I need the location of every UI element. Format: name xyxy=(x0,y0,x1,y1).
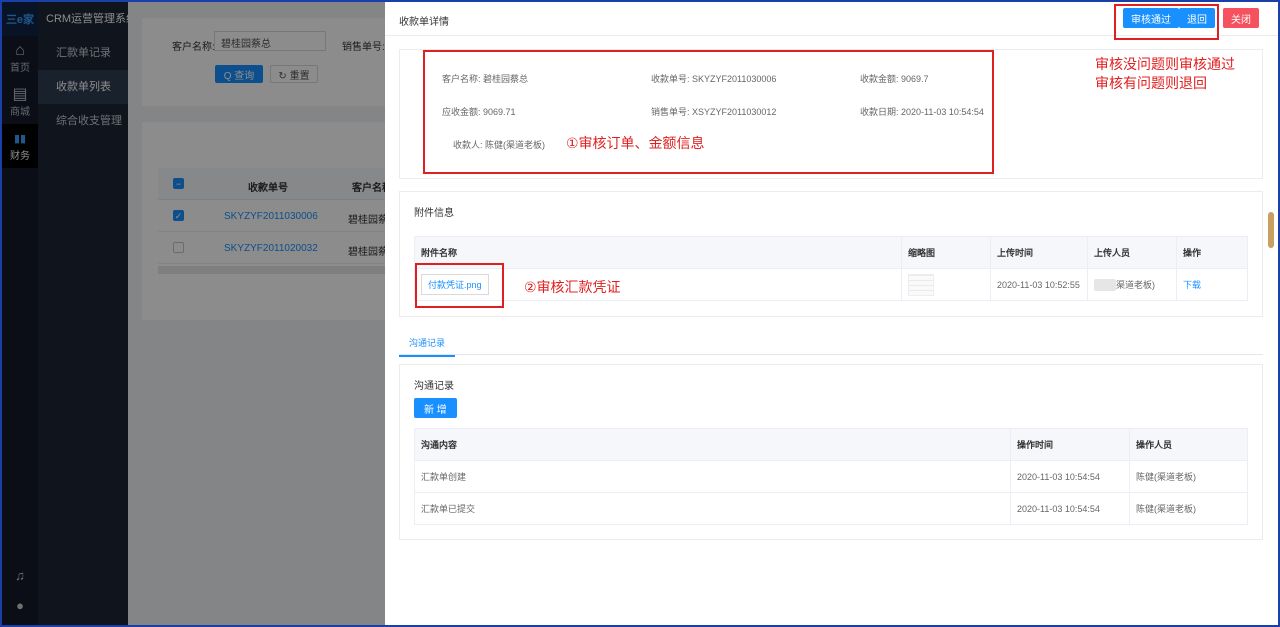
column-header: 操作人员 xyxy=(1129,428,1248,461)
record-content: 汇款单创建 xyxy=(414,460,1011,493)
annotation-note-attachment: ②审核汇款凭证 xyxy=(524,279,621,295)
annotation-note-reject: 审核有问题则退回 xyxy=(1095,75,1207,91)
annotation-note-approve: 审核没问题则审核通过 xyxy=(1095,56,1235,72)
upload-time: 2020-11-03 10:52:55 xyxy=(990,268,1088,301)
communication-section-title: 沟通记录 xyxy=(414,381,454,392)
close-button[interactable]: 关闭 xyxy=(1223,8,1259,28)
record-operator: 陈健(渠道老板) xyxy=(1129,492,1248,525)
attachment-section-title: 附件信息 xyxy=(414,208,454,219)
table-row: 汇款单已提交 2020-11-03 10:54:54 陈健(渠道老板) xyxy=(414,492,1248,525)
column-header: 操作 xyxy=(1176,236,1248,269)
annotation-box-attachment xyxy=(415,263,504,308)
download-link[interactable]: 下载 xyxy=(1183,280,1201,290)
record-time: 2020-11-03 10:54:54 xyxy=(1010,492,1130,525)
record-content: 汇款单已提交 xyxy=(414,492,1011,525)
tab-divider xyxy=(399,354,1263,355)
table-header-row: 沟通内容 操作时间 操作人员 xyxy=(414,428,1248,461)
modal-mask[interactable] xyxy=(2,2,385,625)
annotation-box-buttons xyxy=(1114,4,1219,40)
drawer-scrollbar[interactable] xyxy=(1268,212,1274,248)
uploader-name: 渠道老板) xyxy=(1116,279,1155,290)
column-header: 上传人员 xyxy=(1087,236,1177,269)
blurred-avatar xyxy=(1094,279,1116,292)
column-header: 上传时间 xyxy=(990,236,1088,269)
record-operator: 陈健(渠道老板) xyxy=(1129,460,1248,493)
drawer-title: 收款单详情 xyxy=(399,17,449,28)
thumbnail-image[interactable] xyxy=(908,273,934,296)
column-header: 操作时间 xyxy=(1010,428,1130,461)
record-time: 2020-11-03 10:54:54 xyxy=(1010,460,1130,493)
communication-table: 沟通内容 操作时间 操作人员 汇款单创建 2020-11-03 10:54:54… xyxy=(414,428,1248,525)
column-header: 沟通内容 xyxy=(414,428,1011,461)
annotation-box-info xyxy=(423,50,994,174)
column-header: 缩略图 xyxy=(901,236,991,269)
table-row: 汇款单创建 2020-11-03 10:54:54 陈健(渠道老板) xyxy=(414,460,1248,493)
annotation-note-info: ①审核订单、金额信息 xyxy=(566,135,705,151)
table-header-row: 附件名称 缩略图 上传时间 上传人员 操作 xyxy=(414,236,1248,269)
add-record-button[interactable]: 新 增 xyxy=(414,398,457,418)
